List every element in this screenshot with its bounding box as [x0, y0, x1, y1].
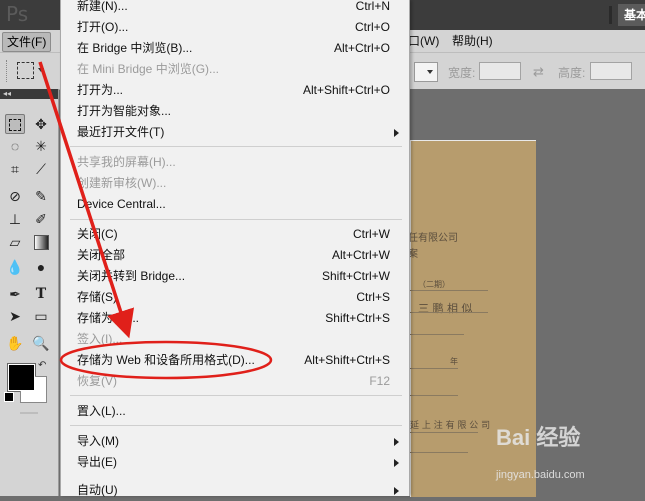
red-arrow	[38, 61, 135, 339]
baidu-watermark-logo: Bai 经验	[496, 425, 581, 450]
red-ellipse-highlight	[59, 340, 273, 380]
baidu-watermark-url: jingyan.baidu.com	[496, 469, 585, 481]
